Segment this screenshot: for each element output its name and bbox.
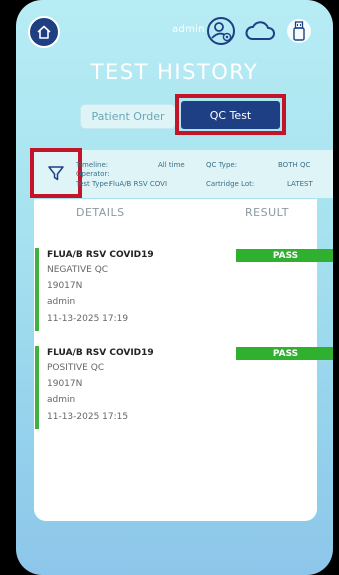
result-badge: PASS: [236, 249, 333, 262]
lot-number: 19017N: [47, 379, 83, 389]
lot-number: 19017N: [47, 281, 83, 291]
test-type-value: FluA/B RSV COVI: [109, 180, 168, 188]
test-type-label: Test Type:: [76, 180, 111, 188]
cloud-icon: [245, 21, 275, 40]
usb-icon: [287, 19, 311, 43]
home-icon: [37, 25, 51, 39]
test-name: FLUA/B RSV COVID19: [47, 348, 154, 358]
filter-icon: [48, 166, 64, 181]
cartridge-lot-label: Cartridge Lot:: [206, 180, 255, 188]
cartridge-lot-value: LATEST: [287, 180, 313, 188]
timeline-value: All time: [158, 161, 185, 169]
tab-patient-order[interactable]: Patient Order: [80, 104, 176, 129]
results-panel: [34, 199, 317, 521]
operator: admin: [47, 297, 76, 307]
user-label: admin: [172, 24, 205, 35]
result-column-header: RESULT: [245, 206, 289, 219]
home-button[interactable]: [28, 16, 60, 48]
cloud-button[interactable]: [244, 16, 276, 46]
usb-button[interactable]: [284, 16, 314, 46]
filter-button[interactable]: [30, 148, 82, 198]
tab-qc-test[interactable]: QC Test: [181, 101, 280, 129]
qc-type-label: QC Type:: [206, 161, 238, 169]
test-datetime: 11-13-2025 17:19: [47, 314, 129, 324]
page-title: TEST HISTORY: [90, 60, 259, 84]
details-column-header: DETAILS: [76, 206, 125, 219]
qc-type: NEGATIVE QC: [47, 265, 109, 275]
operator: admin: [47, 395, 76, 405]
user-settings-button[interactable]: [206, 16, 236, 46]
status-indicator: [35, 346, 39, 429]
status-indicator: [35, 248, 39, 331]
test-name: FLUA/B RSV COVID19: [47, 250, 154, 260]
timeline-label: Timeline:: [76, 161, 109, 169]
qc-type-value: BOTH QC: [278, 161, 311, 169]
result-badge: PASS: [236, 347, 333, 360]
qc-type: POSITIVE QC: [47, 363, 105, 373]
test-datetime: 11-13-2025 17:15: [47, 412, 129, 422]
user-settings-icon: [207, 17, 235, 45]
operator-label: Operator:: [76, 170, 110, 178]
app-screen: admin TEST HISTORY Patient Order QC Test: [16, 0, 333, 575]
